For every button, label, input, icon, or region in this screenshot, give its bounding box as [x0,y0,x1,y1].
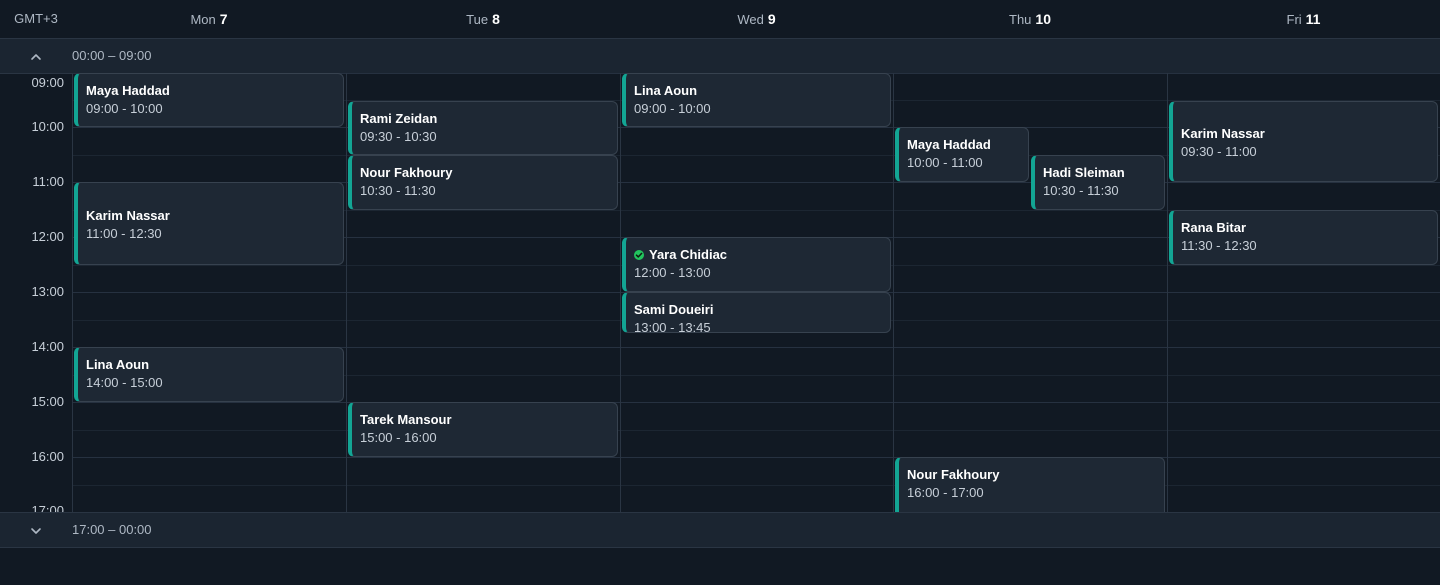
chevron-up-icon[interactable] [26,39,46,73]
event-card[interactable]: Nour Fakhoury 16:00 - 17:00 [895,457,1165,512]
hour-label: 13:00 [31,284,64,299]
event-name-text: Hadi Sleiman [1043,165,1125,180]
timezone-label: GMT+3 [14,11,58,26]
day-header-fri[interactable]: Fri 11 [1167,0,1440,38]
event-name-text: Lina Aoun [86,357,150,372]
day-name: Fri [1286,12,1302,27]
collapsed-late-hours-band[interactable]: 17:00 – 00:00 [0,512,1440,548]
day-number: 9 [767,11,776,27]
event-attendee-name: Nour Fakhoury [907,466,1164,484]
event-card[interactable]: Yara Chidiac 12:00 - 13:00 [622,237,891,292]
hour-label: 17:00 [31,503,64,512]
event-time-range: 13:00 - 13:45 [634,320,711,333]
chevron-down-icon[interactable] [26,513,46,547]
event-time-range: 12:00 - 13:00 [634,265,711,280]
day-name: Thu [1009,12,1032,27]
event-name-text: Maya Haddad [907,137,991,152]
hour-gridline [72,402,1440,403]
day-name: Wed [737,12,764,27]
event-card[interactable]: Nour Fakhoury 10:30 - 11:30 [348,155,618,210]
collapsed-early-hours-band[interactable]: 00:00 – 09:00 [0,38,1440,74]
day-header-wed[interactable]: Wed 9 [620,0,893,38]
day-header-thu[interactable]: Thu 10 [893,0,1167,38]
event-time-range: 09:00 - 10:00 [634,101,711,116]
day-column-divider [620,73,621,512]
event-attendee-name: Lina Aoun [634,82,890,100]
event-time-range: 11:00 - 12:30 [86,226,162,241]
event-card[interactable]: Lina Aoun 09:00 - 10:00 [622,73,891,127]
day-number: 11 [1305,11,1321,27]
event-time-range: 10:30 - 11:30 [360,183,436,198]
day-column-divider [1167,73,1168,512]
day-name: Tue [466,12,489,27]
event-name-text: Nour Fakhoury [360,165,453,180]
event-time-range: 14:00 - 15:00 [86,375,163,390]
event-attendee-name: Tarek Mansour [360,411,617,429]
event-attendee-name: Lina Aoun [86,356,343,374]
day-header-mon[interactable]: Mon 7 [72,0,346,38]
event-attendee-name: Yara Chidiac [634,246,890,264]
early-hours-range: 00:00 – 09:00 [72,48,152,63]
event-name-text: Maya Haddad [86,83,170,98]
event-time-range: 09:00 - 10:00 [86,101,163,116]
event-attendee-name: Maya Haddad [86,82,343,100]
event-time-range: 09:30 - 10:30 [360,129,437,144]
day-name: Mon [190,12,216,27]
event-attendee-name: Karim Nassar [86,207,343,225]
event-attendee-name: Hadi Sleiman [1043,164,1164,182]
event-card[interactable]: Rami Zeidan 09:30 - 10:30 [348,101,618,155]
day-column-divider [72,73,73,512]
event-name-text: Sami Doueiri [634,302,714,317]
event-name-text: Karim Nassar [86,208,170,223]
half-hour-gridline [72,485,1440,486]
event-card[interactable]: Rana Bitar 11:30 - 12:30 [1169,210,1438,265]
event-card[interactable]: Hadi Sleiman 10:30 - 11:30 [1031,155,1165,210]
event-card[interactable]: Lina Aoun 14:00 - 15:00 [74,347,344,402]
time-grid: 09:00 10:00 11:00 12:00 13:00 14:00 15:00 16:00… [0,73,1440,512]
event-card[interactable]: Maya Haddad 09:00 - 10:00 [74,73,344,127]
day-number: 7 [219,11,228,27]
hour-label: 15:00 [31,394,64,409]
event-time-range: 09:30 - 11:00 [1181,144,1257,159]
half-hour-gridline [72,430,1440,431]
hour-label: 09:00 [31,75,64,90]
hour-label: 10:00 [31,119,64,134]
late-hours-range: 17:00 – 00:00 [72,522,152,537]
week-header: GMT+3 Mon 7 Tue 8 Wed 9 Thu 10 Fri 11 [0,0,1440,39]
event-time-range: 15:00 - 16:00 [360,430,437,445]
day-column-divider [346,73,347,512]
hour-label: 14:00 [31,339,64,354]
event-name-text: Rami Zeidan [360,111,438,126]
event-attendee-name: Sami Doueiri [634,301,890,319]
event-name-text: Rana Bitar [1181,220,1247,235]
hour-label: 11:00 [32,174,64,189]
check-circle-icon [634,250,644,260]
event-name-text: Nour Fakhoury [907,467,1000,482]
event-name-text: Lina Aoun [634,83,698,98]
event-name-text: Tarek Mansour [360,412,452,427]
event-card[interactable]: Karim Nassar 09:30 - 11:00 [1169,101,1438,182]
event-card[interactable]: Karim Nassar 11:00 - 12:30 [74,182,344,265]
event-attendee-name: Maya Haddad [907,136,1028,154]
event-name-text: Karim Nassar [1181,126,1265,141]
event-attendee-name: Karim Nassar [1181,125,1437,143]
event-card[interactable]: Tarek Mansour 15:00 - 16:00 [348,402,618,457]
event-card[interactable]: Sami Doueiri 13:00 - 13:45 [622,292,891,333]
day-number: 10 [1035,11,1051,27]
hour-label: 16:00 [31,449,64,464]
hour-gridline [72,457,1440,458]
hour-label: 12:00 [31,229,64,244]
day-header-tue[interactable]: Tue 8 [346,0,620,38]
event-name-text: Yara Chidiac [649,247,728,262]
day-number: 8 [492,11,500,27]
event-time-range: 10:00 - 11:00 [907,155,983,170]
event-attendee-name: Rana Bitar [1181,219,1437,237]
event-time-range: 10:30 - 11:30 [1043,183,1119,198]
event-time-range: 11:30 - 12:30 [1181,238,1257,253]
day-column-divider [893,73,894,512]
event-attendee-name: Nour Fakhoury [360,164,617,182]
event-time-range: 16:00 - 17:00 [907,485,984,500]
event-card[interactable]: Maya Haddad 10:00 - 11:00 [895,127,1029,182]
event-attendee-name: Rami Zeidan [360,110,617,128]
